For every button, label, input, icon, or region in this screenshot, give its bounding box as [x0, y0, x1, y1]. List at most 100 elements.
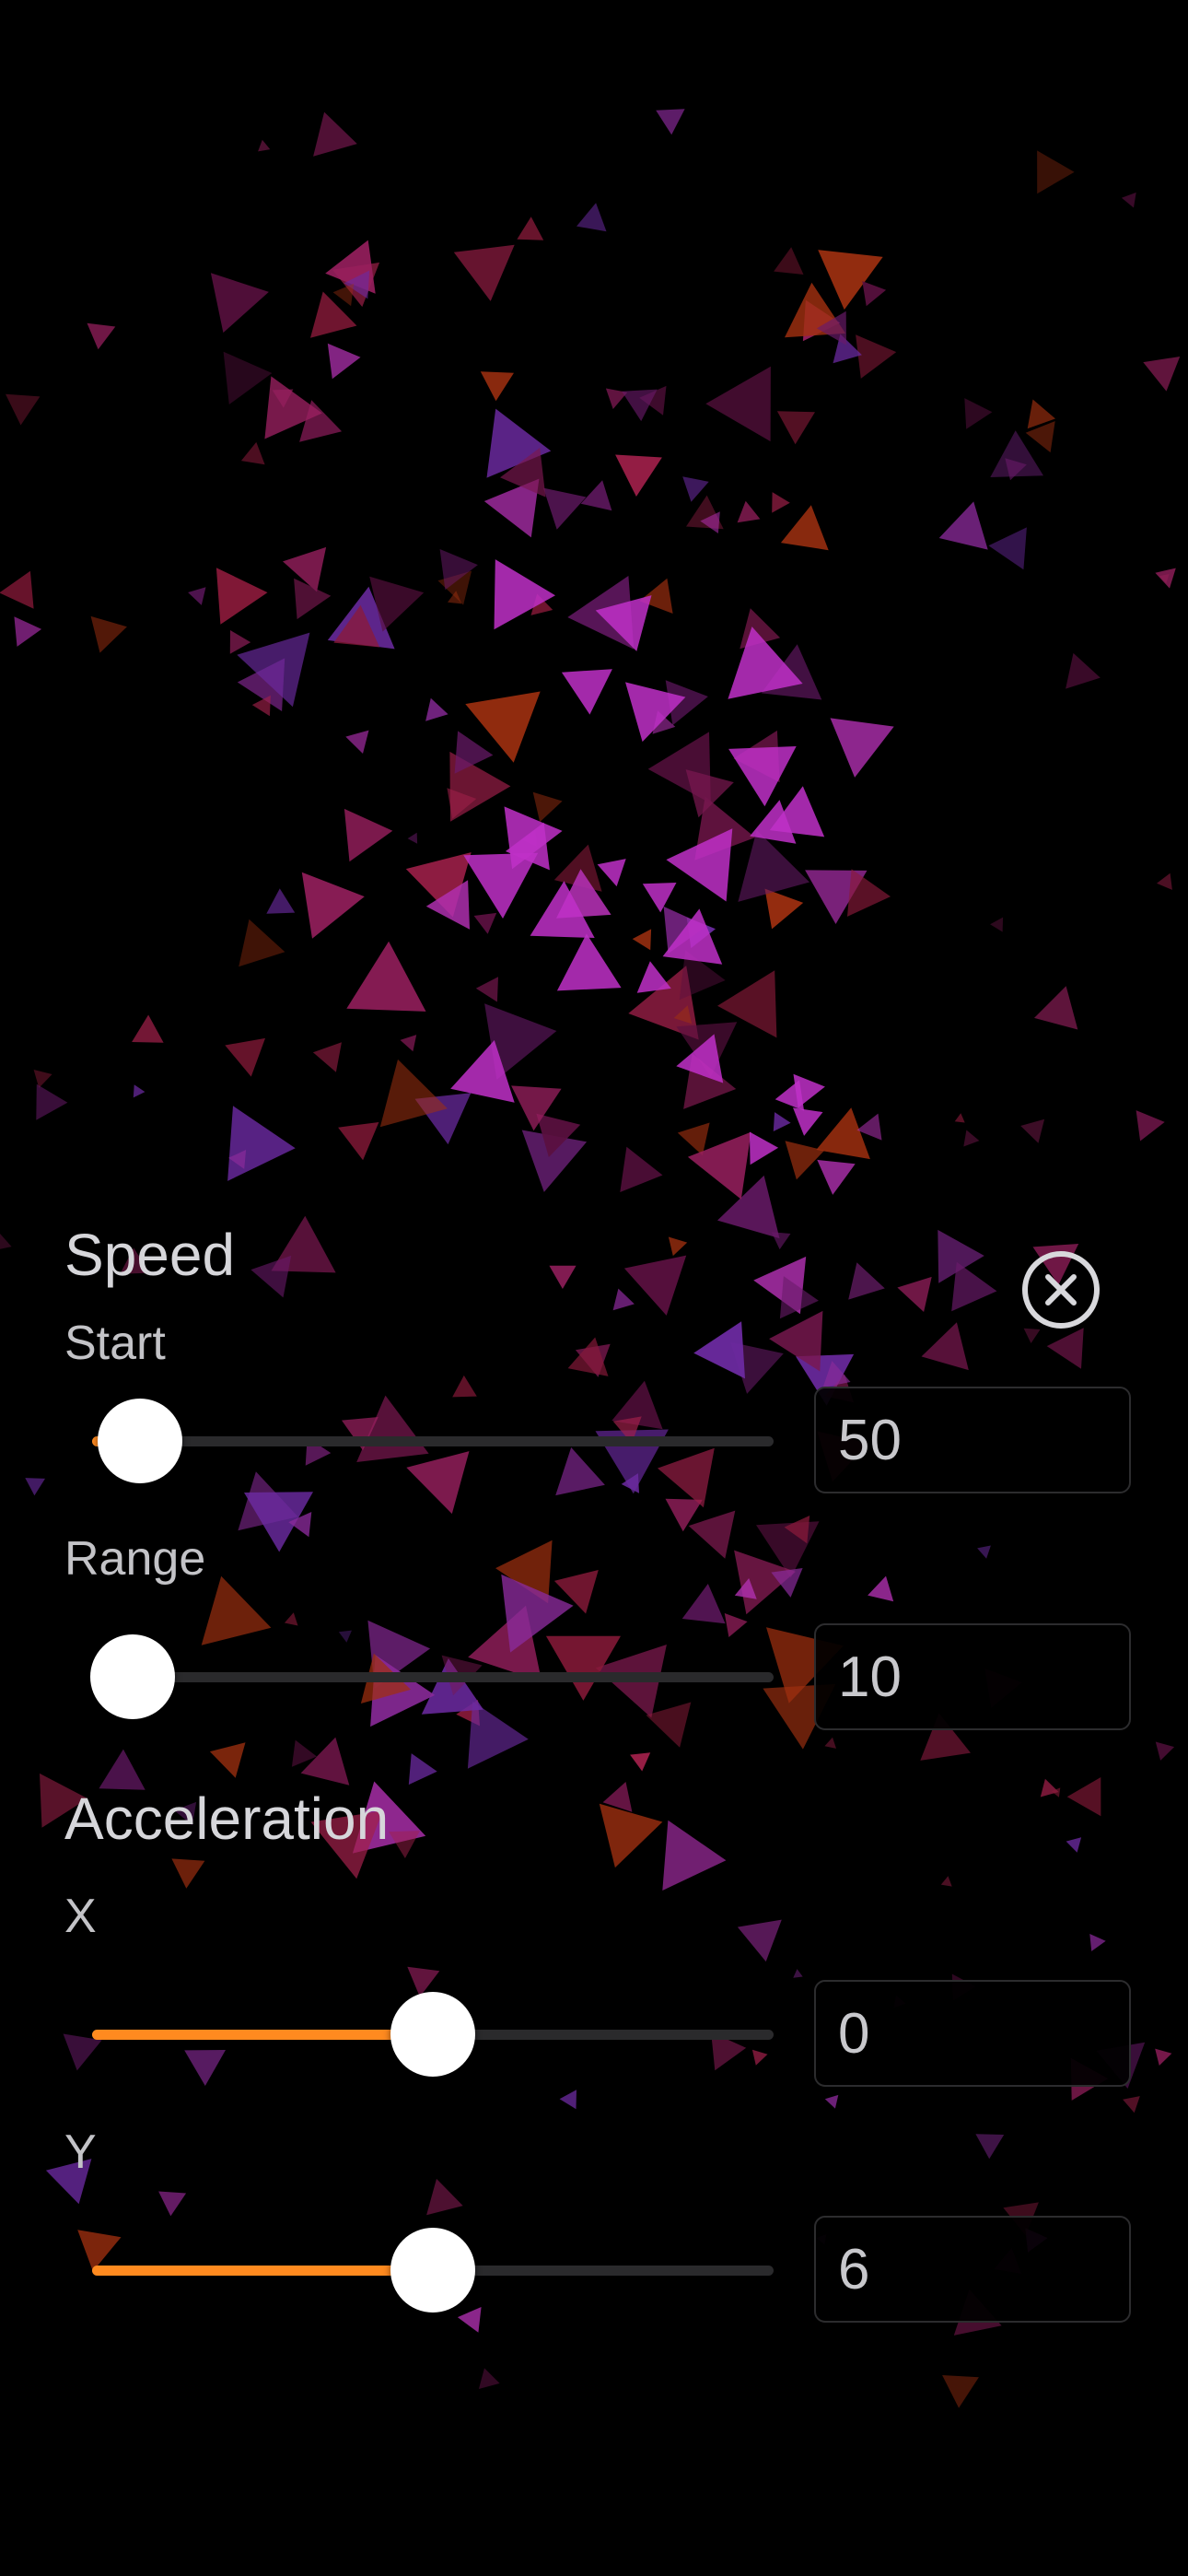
particle-triangle [1066, 1777, 1101, 1817]
particle-triangle [408, 1753, 437, 1786]
particle-triangle [1155, 2048, 1172, 2066]
particle-triangle [517, 217, 544, 240]
particle-triangle [577, 203, 607, 232]
particle-triangle [475, 977, 498, 1002]
close-icon [1045, 1274, 1077, 1306]
particle-triangle [856, 334, 897, 379]
particle-triangle [636, 961, 671, 993]
particle-triangle [532, 791, 563, 823]
particle-triangle [990, 917, 1004, 932]
particle-triangle [988, 527, 1027, 570]
particle-triangle [1020, 1118, 1045, 1143]
particle-triangle [1034, 986, 1078, 1030]
particle-triangle [543, 487, 587, 530]
particle-triangle [225, 1037, 265, 1077]
particle-triangle [87, 322, 116, 350]
particle-triangle [1037, 150, 1075, 194]
slider-thumb[interactable] [390, 1992, 475, 2077]
particle-triangle [473, 912, 497, 934]
particle-triangle [940, 1876, 952, 1887]
acceleration-x-slider[interactable] [92, 1988, 774, 2080]
particle-triangle [769, 1310, 823, 1372]
particle-triangle [210, 273, 269, 334]
speed-section-title: Speed [64, 1222, 236, 1288]
particle-triangle [975, 2134, 1005, 2160]
particle-triangle [737, 1919, 782, 1962]
acceleration-x-value-field[interactable] [814, 1980, 1131, 2087]
particle-triangle [817, 1159, 856, 1195]
slider-thumb[interactable] [390, 2228, 475, 2313]
slider-thumb[interactable] [97, 1399, 182, 1483]
slider-track [92, 1436, 774, 1446]
particle-triangle [772, 492, 790, 513]
particle-triangle [426, 2178, 463, 2216]
particle-triangle [338, 1122, 379, 1161]
particle-triangle [668, 1236, 688, 1257]
particle-triangle [942, 2375, 979, 2408]
particle-triangle [171, 1858, 205, 1889]
particle-triangle [158, 2191, 187, 2217]
particle-triangle [954, 1113, 965, 1123]
particle-triangle [642, 883, 677, 913]
particle-triangle [1046, 1328, 1084, 1369]
particle-triangle [728, 746, 797, 807]
particle-triangle [346, 941, 426, 1012]
particle-triangle [452, 1375, 477, 1398]
particle-triangle [963, 1130, 980, 1147]
particle-triangle [133, 1084, 146, 1098]
particle-triangle [1155, 1741, 1175, 1761]
particle-triangle [847, 869, 891, 917]
particle-triangle [615, 454, 662, 497]
speed-start-slider[interactable] [92, 1395, 774, 1487]
particle-triangle [344, 808, 393, 862]
particle-triangle [223, 351, 273, 404]
speed-start-value-field[interactable] [814, 1387, 1131, 1493]
particle-triangle [480, 371, 514, 402]
acceleration-y-label: Y [64, 2125, 97, 2179]
acceleration-section-title: Acceleration [64, 1786, 390, 1852]
particle-triangle [775, 1080, 805, 1111]
slider-track [92, 1672, 774, 1682]
close-button[interactable] [1022, 1251, 1100, 1329]
particle-triangle [494, 559, 555, 630]
particle-triangle [656, 109, 685, 135]
particle-triangle [623, 1255, 687, 1316]
particle-triangle [215, 568, 268, 625]
particle-triangle [737, 500, 761, 523]
particle-triangle [921, 1322, 969, 1371]
particle-triangle [964, 398, 993, 429]
particle-triangle [332, 283, 355, 307]
particle-triangle [774, 247, 804, 275]
particle-triangle [453, 244, 515, 301]
particle-triangle [327, 343, 361, 380]
acceleration-y-slider[interactable] [92, 2224, 774, 2316]
particle-triangle [824, 2094, 839, 2109]
particle-triangle [681, 1584, 726, 1624]
speed-range-label: Range [64, 1532, 206, 1586]
particle-triangle [938, 501, 988, 550]
particle-triangle [612, 1288, 635, 1311]
particle-triangle [556, 933, 622, 991]
particle-triangle [818, 250, 883, 310]
particle-triangle [258, 139, 271, 152]
particle-triangle [1123, 2096, 1140, 2113]
particle-triangle [407, 832, 418, 844]
particle-triangle [400, 1035, 417, 1052]
slider-thumb[interactable] [90, 1634, 176, 1719]
acceleration-y-value-field[interactable] [814, 2216, 1131, 2323]
particle-triangle [239, 919, 285, 967]
speed-start-label: Start [64, 1317, 166, 1370]
particle-triangle [36, 1083, 68, 1120]
particle-triangle [771, 1232, 791, 1250]
particle-triangle [251, 695, 271, 717]
particle-triangle [0, 570, 34, 609]
particle-triangle [693, 1321, 745, 1379]
particle-triangle [240, 441, 265, 465]
particle-triangle [597, 859, 626, 887]
particle-triangle [1155, 568, 1176, 589]
speed-range-slider[interactable] [90, 1631, 774, 1723]
particle-triangle [559, 2090, 577, 2110]
particle-triangle [463, 852, 539, 919]
particle-triangle [816, 1107, 870, 1160]
speed-range-value-field[interactable] [814, 1623, 1131, 1730]
